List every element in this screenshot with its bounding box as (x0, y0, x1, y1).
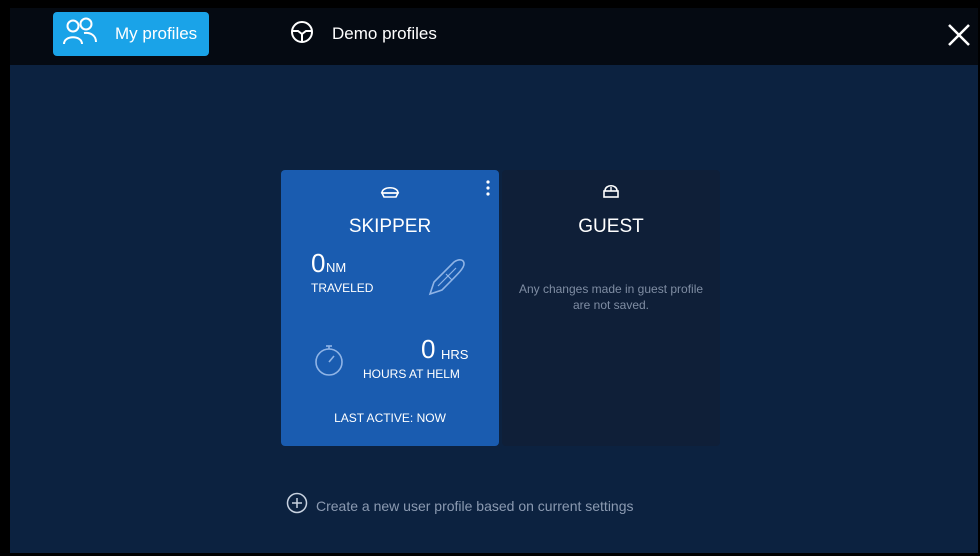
distance-value: 0 (311, 248, 326, 278)
close-button[interactable] (944, 20, 974, 50)
guest-notice: Any changes made in guest profile are no… (518, 282, 704, 312)
profiles-screen: My profiles Demo profiles SKIPPER 0 NM T… (10, 8, 978, 553)
hours-label: HOURS AT HELM (363, 367, 460, 381)
profile-card-guest[interactable]: GUEST Any changes made in guest profile … (502, 170, 720, 446)
profile-title: GUEST (578, 216, 644, 237)
stopwatch-icon (313, 342, 345, 383)
close-icon (948, 24, 970, 46)
add-circle-icon (286, 492, 308, 519)
guest-hat-icon (601, 182, 621, 205)
distance-unit: NM (326, 260, 347, 275)
distance-label: TRAVELED (311, 281, 374, 295)
tab-demo-profiles[interactable]: Demo profiles (290, 12, 437, 56)
steering-wheel-icon (290, 20, 314, 49)
top-bar: My profiles Demo profiles (10, 8, 978, 65)
profile-card-skipper[interactable]: SKIPPER 0 NM TRAVELED 0 HRS HOURS AT HEL… (281, 170, 499, 446)
profile-title: SKIPPER (348, 216, 432, 237)
hours-value: 0 (421, 334, 436, 364)
last-active-text: LAST ACTIVE: NOW (334, 411, 446, 425)
tab-demo-profiles-label: Demo profiles (332, 24, 437, 43)
tab-my-profiles-label: My profiles (115, 24, 198, 43)
boat-icon (424, 256, 468, 305)
captain-hat-icon (380, 182, 400, 205)
create-profile-button[interactable]: Create a new user profile based on curre… (286, 492, 634, 519)
tab-my-profiles[interactable]: My profiles (53, 12, 209, 56)
users-icon (61, 17, 99, 52)
create-profile-label: Create a new user profile based on curre… (316, 497, 634, 514)
hours-unit: HRS (441, 347, 469, 362)
more-options-icon[interactable] (486, 180, 490, 201)
